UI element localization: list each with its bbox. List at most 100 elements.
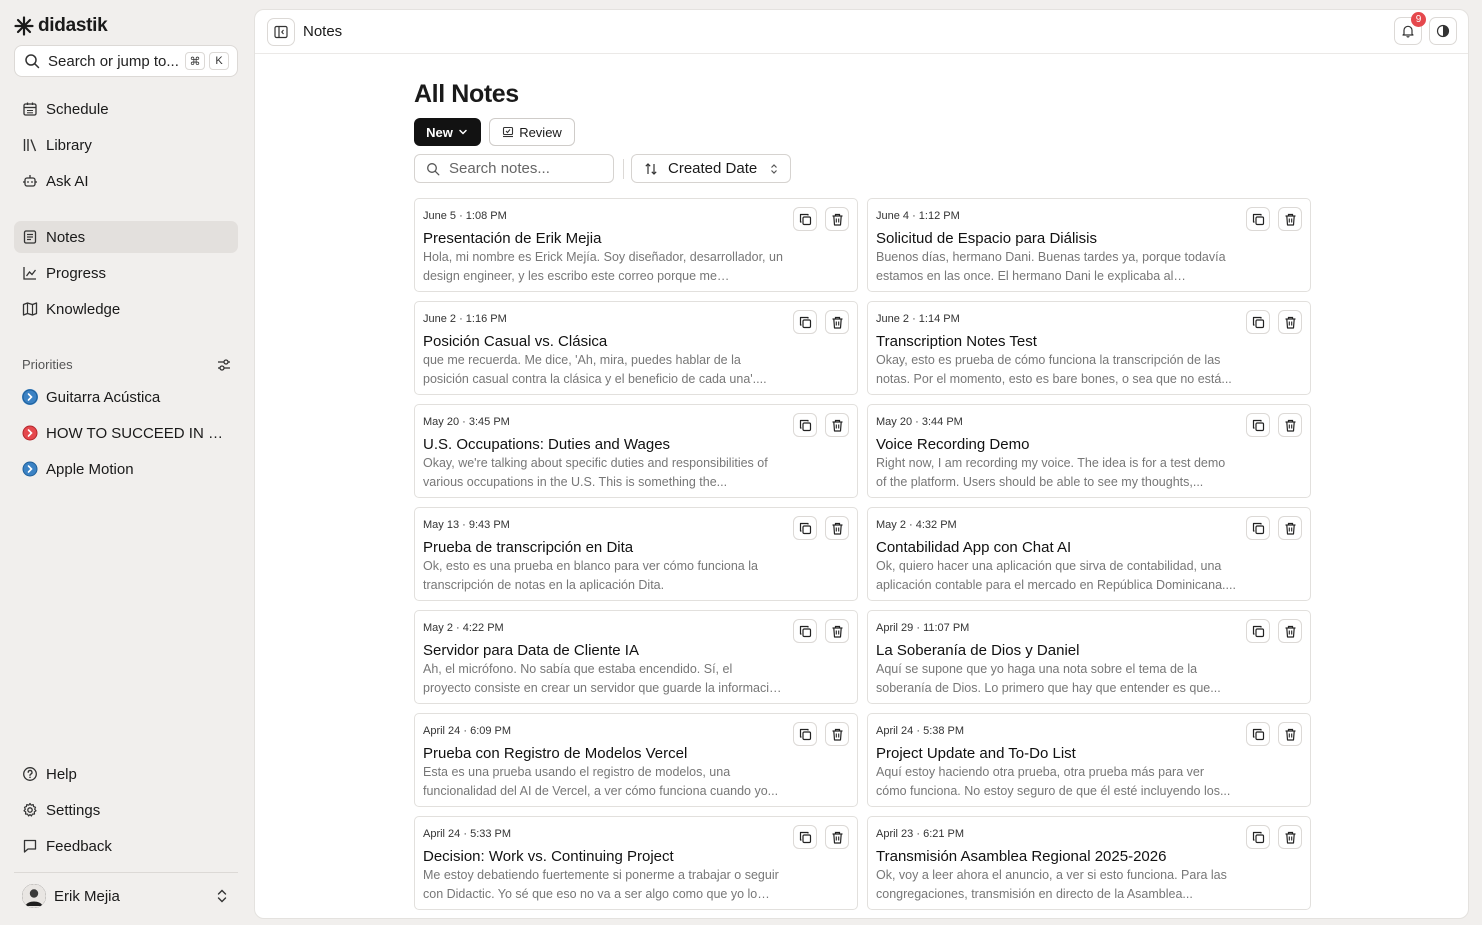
note-card[interactable]: April 29 · 11:07 PM La Soberanía de Dios… (867, 610, 1311, 704)
note-card[interactable]: May 13 · 9:43 PM Prueba de transcripción… (414, 507, 858, 601)
note-date: April 29 · 11:07 PM (876, 622, 970, 634)
delete-note-button[interactable] (1278, 516, 1302, 540)
note-card[interactable]: May 2 · 4:32 PM Contabilidad App con Cha… (867, 507, 1311, 601)
avatar (22, 884, 46, 908)
nav-notes[interactable]: Notes (14, 221, 238, 253)
toggle-sidebar-button[interactable] (267, 18, 295, 46)
notes-search-input[interactable] (449, 160, 599, 177)
theme-toggle-button[interactable] (1429, 17, 1457, 45)
nav-knowledge[interactable]: Knowledge (14, 293, 238, 325)
delete-note-button[interactable] (825, 825, 849, 849)
global-search[interactable]: Search or jump to... ⌘ K (14, 45, 238, 77)
duplicate-note-button[interactable] (793, 413, 817, 437)
nav-settings[interactable]: Settings (14, 794, 238, 826)
note-card[interactable]: April 24 · 5:33 PM Decision: Work vs. Co… (414, 816, 858, 910)
delete-note-button[interactable] (1278, 619, 1302, 643)
duplicate-note-button[interactable] (1246, 825, 1270, 849)
copy-icon (799, 728, 811, 740)
notifications-button[interactable]: 9 (1394, 12, 1426, 45)
chevron-right-circle-icon (22, 389, 38, 405)
user-menu[interactable]: Erik Mejia (14, 880, 238, 912)
library-icon (23, 139, 37, 152)
delete-note-button[interactable] (1278, 207, 1302, 231)
calendar-icon (23, 102, 37, 116)
duplicate-note-button[interactable] (793, 619, 817, 643)
duplicate-note-button[interactable] (1246, 619, 1270, 643)
nav-ask-ai[interactable]: Ask AI (14, 165, 238, 197)
nav-help[interactable]: Help (14, 758, 238, 790)
delete-note-button[interactable] (1278, 413, 1302, 437)
trash-icon (832, 728, 842, 741)
note-card[interactable]: June 2 · 1:14 PM Transcription Notes Tes… (867, 301, 1311, 395)
copy-icon (1252, 522, 1264, 534)
delete-note-button[interactable] (825, 413, 849, 437)
nav-progress[interactable]: Progress (14, 257, 238, 289)
brand-logo[interactable]: didastik (14, 15, 108, 37)
sort-select[interactable]: Created Date (631, 154, 791, 183)
new-button-label: New (426, 124, 453, 140)
note-date: May 2 · 4:22 PM (423, 622, 504, 634)
topbar: Notes 9 (255, 10, 1468, 54)
note-title: Prueba de transcripción en Dita (423, 539, 634, 556)
duplicate-note-button[interactable] (793, 516, 817, 540)
trash-icon (1285, 213, 1295, 226)
duplicate-note-button[interactable] (1246, 413, 1270, 437)
duplicate-note-button[interactable] (793, 722, 817, 746)
sidebar-divider (14, 872, 238, 873)
delete-note-button[interactable] (1278, 825, 1302, 849)
duplicate-note-button[interactable] (793, 207, 817, 231)
note-preview: Aquí se supone que yo haga una nota sobr… (876, 662, 1221, 695)
nav-feedback[interactable]: Feedback (14, 830, 238, 862)
note-card[interactable]: May 20 · 3:44 PM Voice Recording Demo Ri… (867, 404, 1311, 498)
note-date: April 24 · 5:38 PM (876, 725, 965, 737)
note-title: Presentación de Erik Mejia (423, 230, 602, 247)
nav-library[interactable]: Library (14, 129, 238, 161)
note-card[interactable]: June 4 · 1:12 PM Solicitud de Espacio pa… (867, 198, 1311, 292)
duplicate-note-button[interactable] (793, 310, 817, 334)
note-preview: Hola, mi nombre es Erick Mejía. Soy dise… (423, 250, 783, 283)
delete-note-button[interactable] (1278, 722, 1302, 746)
priority-item[interactable]: HOW TO SUCCEED IN MRBEAST PRODUCTION (14, 417, 238, 449)
delete-note-button[interactable] (825, 619, 849, 643)
note-preview: Okay, esto es prueba de cómo funciona la… (876, 353, 1232, 386)
chevron-right-circle-icon (22, 425, 38, 441)
user-name: Erik Mejia (54, 887, 120, 905)
copy-icon (799, 316, 811, 328)
asterisk-logo-icon (14, 16, 34, 36)
new-note-button[interactable]: New (414, 118, 481, 146)
delete-note-button[interactable] (825, 310, 849, 334)
priority-label: HOW TO SUCCEED IN MRBEAST PRODUCTION (46, 424, 232, 442)
priority-item[interactable]: Apple Motion (14, 453, 238, 485)
delete-note-button[interactable] (825, 207, 849, 231)
notes-search[interactable] (414, 154, 614, 183)
map-icon (22, 302, 38, 316)
brand-name: didastik (38, 15, 108, 36)
review-button-label: Review (519, 124, 562, 140)
duplicate-note-button[interactable] (793, 825, 817, 849)
review-button[interactable]: Review (489, 118, 575, 146)
trash-icon (832, 625, 842, 638)
note-card[interactable]: April 23 · 6:21 PM Transmisión Asamblea … (867, 816, 1311, 910)
nav-schedule[interactable]: Schedule (14, 93, 238, 125)
duplicate-note-button[interactable] (1246, 310, 1270, 334)
note-card[interactable]: June 2 · 1:16 PM Posición Casual vs. Clá… (414, 301, 858, 395)
copy-icon (1252, 831, 1264, 843)
delete-note-button[interactable] (825, 722, 849, 746)
breadcrumb-title: Notes (303, 23, 343, 40)
priority-item[interactable]: Guitarra Acústica (14, 381, 238, 413)
delete-note-button[interactable] (1278, 310, 1302, 334)
duplicate-note-button[interactable] (1246, 207, 1270, 231)
settings-sliders-icon[interactable] (216, 357, 232, 373)
duplicate-note-button[interactable] (1246, 516, 1270, 540)
note-title: Transcription Notes Test (876, 333, 1037, 350)
note-card[interactable]: May 20 · 3:45 PM U.S. Occupations: Dutie… (414, 404, 858, 498)
trash-icon (832, 316, 842, 329)
note-card[interactable]: April 24 · 6:09 PM Prueba con Registro d… (414, 713, 858, 807)
duplicate-note-button[interactable] (1246, 722, 1270, 746)
note-preview: Ok, esto es una prueba en blanco para ve… (423, 559, 758, 592)
note-card[interactable]: April 24 · 5:38 PM Project Update and To… (867, 713, 1311, 807)
note-card[interactable]: June 5 · 1:08 PM Presentación de Erik Me… (414, 198, 858, 292)
note-preview: Me estoy debatiendo fuertemente si poner… (423, 868, 779, 901)
delete-note-button[interactable] (825, 516, 849, 540)
note-card[interactable]: May 2 · 4:22 PM Servidor para Data de Cl… (414, 610, 858, 704)
